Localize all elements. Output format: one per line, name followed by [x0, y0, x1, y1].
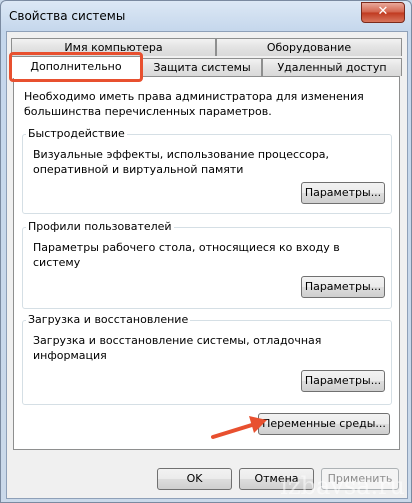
window-title: Свойства системы [9, 9, 126, 23]
performance-group-title: Быстродействие [26, 127, 127, 140]
user-profiles-settings-button[interactable]: Параметры... [301, 276, 385, 298]
tab-hardware[interactable]: Оборудование [216, 38, 402, 56]
user-profiles-group-title: Профили пользователей [26, 220, 174, 233]
performance-group: Быстродействие Визуальные эффекты, испол… [22, 127, 392, 214]
ok-button[interactable]: OK [157, 468, 232, 490]
tab-system-protection[interactable]: Защита системы [142, 58, 262, 76]
startup-recovery-settings-button[interactable]: Параметры... [301, 370, 385, 392]
admin-rights-notice: Необходимо иметь права администратора дл… [24, 90, 364, 118]
performance-settings-button[interactable]: Параметры... [301, 182, 385, 204]
user-profiles-group: Профили пользователей Параметры рабочего… [22, 220, 392, 309]
title-bar[interactable]: Свойства системы ✕ [1, 1, 411, 31]
user-profiles-description: Параметры рабочего стола, относящиеся ко… [33, 241, 340, 269]
close-icon: ✕ [377, 4, 389, 19]
startup-recovery-group: Загрузка и восстановление Загрузка и вос… [22, 313, 392, 405]
startup-recovery-group-title: Загрузка и восстановление [26, 313, 191, 326]
environment-variables-button[interactable]: Переменные среды... [258, 413, 390, 435]
performance-description: Визуальные эффекты, использование процес… [33, 148, 330, 176]
advanced-tab-panel: Необходимо иметь права администратора дл… [13, 76, 400, 450]
tab-remote-access[interactable]: Удаленный доступ [262, 58, 402, 76]
advanced-tab-highlight [9, 52, 143, 82]
red-arrow-icon [211, 416, 267, 439]
dialog-client-area: Имя компьютера Оборудование Дополнительн… [6, 31, 408, 499]
system-properties-window: Свойства системы ✕ Имя компьютера Оборуд… [0, 0, 412, 503]
watermark: izbavsa.ru [280, 472, 405, 500]
close-button[interactable]: ✕ [361, 2, 405, 23]
startup-recovery-description: Загрузка и восстановление системы, отлад… [33, 334, 322, 362]
